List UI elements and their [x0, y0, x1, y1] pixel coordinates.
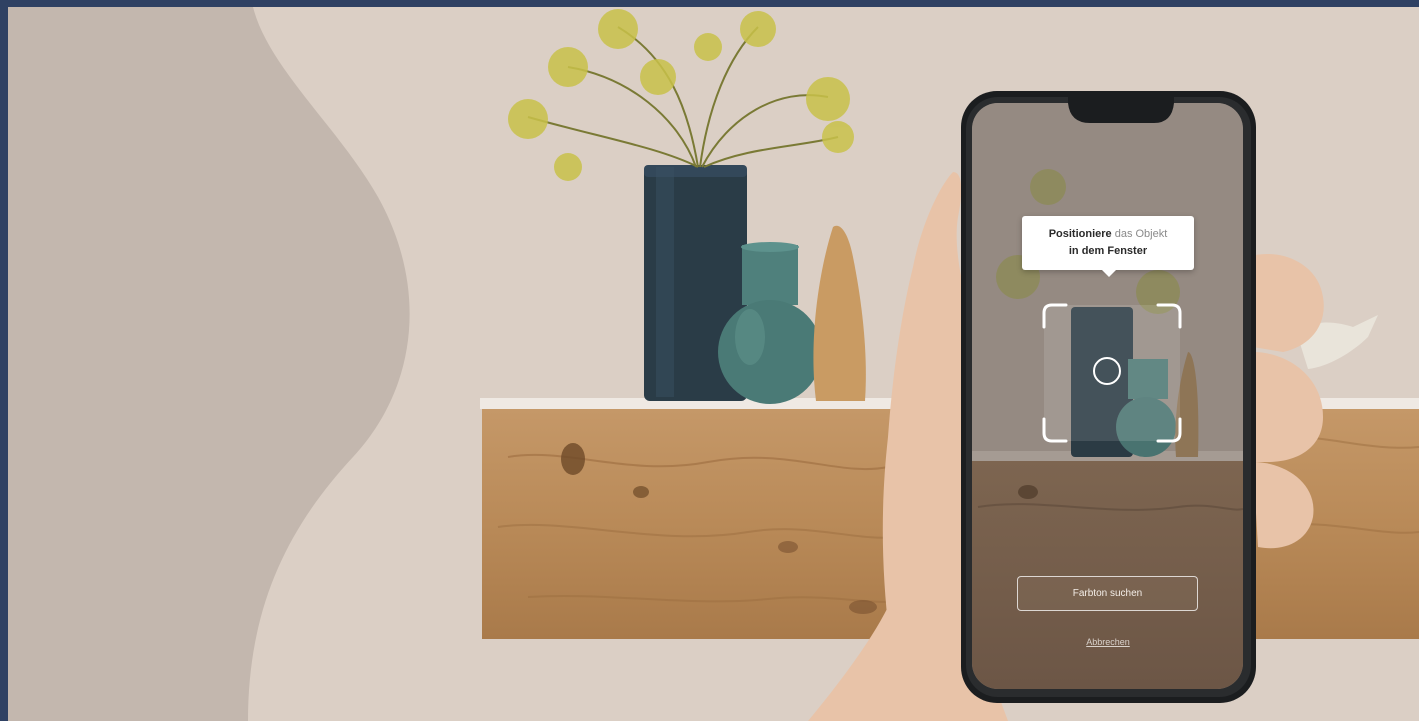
instruction-tooltip: Positioniere das Objekt in dem Fenster: [1022, 216, 1194, 277]
tooltip-line2: in dem Fenster: [1068, 245, 1148, 257]
phone-overlay: Positioniere das Objekt in dem Fenster F…: [8, 7, 1419, 721]
tooltip-line1-light: das Objekt: [1111, 228, 1168, 240]
search-color-button[interactable]: Farbton suchen: [1017, 576, 1198, 611]
tooltip-line1-bold: Positioniere: [1048, 228, 1112, 240]
hero-image: Positioniere das Objekt in dem Fenster F…: [8, 7, 1419, 721]
cancel-link[interactable]: Abbrechen: [1068, 637, 1148, 651]
